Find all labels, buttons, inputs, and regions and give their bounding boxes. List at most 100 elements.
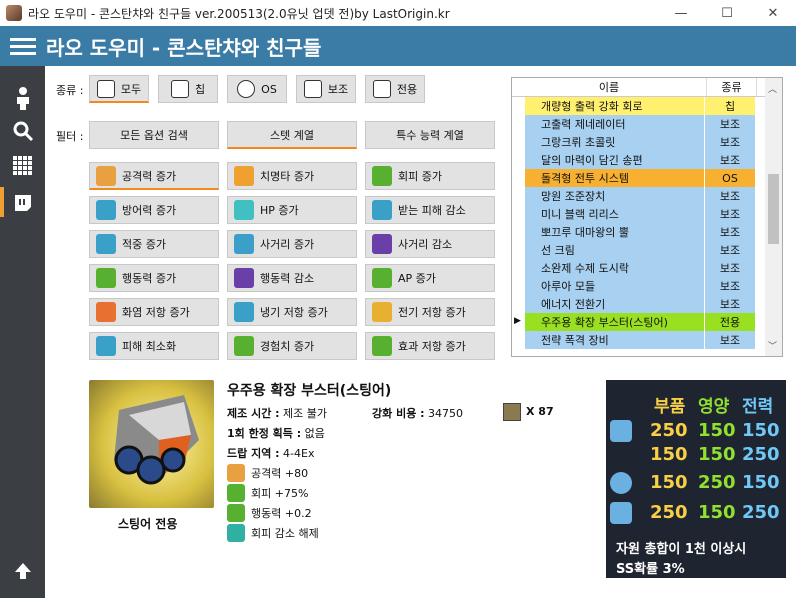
stat-button[interactable]: AP 증가 bbox=[365, 264, 495, 292]
type-exclusive-button[interactable]: 전용 bbox=[365, 75, 425, 103]
stat-button[interactable]: HP 증가 bbox=[227, 196, 357, 224]
item-name: 에너지 전환기 bbox=[525, 295, 705, 313]
list-item[interactable]: 선 크림 보조 bbox=[525, 241, 782, 259]
item-type: 보조 bbox=[705, 295, 755, 313]
list-item[interactable]: 뽀끄루 대마왕의 뿔 보조 bbox=[525, 223, 782, 241]
list-item[interactable]: 미니 블랙 리리스 보조 bbox=[525, 205, 782, 223]
type-os-button[interactable]: OS bbox=[227, 75, 287, 103]
stat-label: AP 증가 bbox=[398, 272, 436, 285]
stat-label: 회피 증가 bbox=[398, 170, 442, 183]
window-title: 라오 도우미 - 콘스탄챠와 친구들 ver.200513(2.0유닛 업뎃 전… bbox=[28, 6, 450, 21]
stat-button[interactable]: 방어력 증가 bbox=[89, 196, 219, 224]
stat-button[interactable]: 치명타 증가 bbox=[227, 162, 357, 190]
drop-label: 드랍 지역 : bbox=[227, 447, 280, 460]
menu-icon[interactable] bbox=[10, 37, 36, 55]
item-caption: 스팅어 전용 bbox=[118, 517, 178, 531]
list-item[interactable]: 전략 폭격 장비 보조 bbox=[525, 331, 782, 349]
stat-icon bbox=[234, 234, 254, 254]
item-type: 보조 bbox=[705, 187, 755, 205]
item-name: 아루아 모들 bbox=[525, 277, 705, 295]
material-count: X 87 bbox=[526, 405, 554, 418]
grid-icon[interactable] bbox=[8, 151, 38, 181]
stat-button[interactable]: 회피 증가 bbox=[365, 162, 495, 190]
stat-label: 전기 저항 증가 bbox=[398, 306, 466, 319]
item-name: 뽀끄루 대마왕의 뿔 bbox=[525, 223, 705, 241]
stat-button[interactable]: 행동력 증가 bbox=[89, 264, 219, 292]
item-type: 전용 bbox=[705, 313, 755, 331]
stat-icon bbox=[234, 200, 254, 220]
chip-icon bbox=[170, 80, 189, 98]
stat-label: 방어력 증가 bbox=[122, 204, 177, 217]
scroll-up-icon[interactable]: ︿ bbox=[768, 82, 777, 95]
minimize-button[interactable]: — bbox=[658, 0, 704, 26]
filter-all-options-button[interactable]: 모든 옵션 검색 bbox=[89, 121, 219, 149]
stat-button[interactable]: 받는 피해 감소 bbox=[365, 196, 495, 224]
effect-label: 공격력 +80 bbox=[251, 467, 309, 480]
arrow-up-icon[interactable] bbox=[8, 556, 38, 586]
stat-button[interactable]: 행동력 감소 bbox=[227, 264, 357, 292]
search-icon[interactable] bbox=[8, 116, 38, 146]
item-name: 망원 조준장치 bbox=[525, 187, 705, 205]
stat-button[interactable]: 피해 최소화 bbox=[89, 332, 219, 360]
item-type: 보조 bbox=[705, 205, 755, 223]
list-item[interactable]: 소완제 수제 도시락 보조 bbox=[525, 259, 782, 277]
stat-button[interactable]: 경험치 증가 bbox=[227, 332, 357, 360]
list-item[interactable]: 개량형 출력 강화 회로 칩 bbox=[525, 97, 782, 115]
item-type: 보조 bbox=[705, 241, 755, 259]
type-os-label: OS bbox=[261, 82, 277, 96]
item-name: 개량형 출력 강화 회로 bbox=[525, 97, 705, 115]
list-item[interactable]: 아루아 모들 보조 bbox=[525, 277, 782, 295]
resource-value: 150 bbox=[650, 472, 688, 493]
person-icon[interactable] bbox=[8, 83, 38, 113]
stat-button[interactable]: 효과 저항 증가 bbox=[365, 332, 495, 360]
filter-special-button[interactable]: 특수 능력 계열 bbox=[365, 121, 495, 149]
col-type-header[interactable]: 종류 bbox=[707, 78, 757, 96]
stat-button[interactable]: 적중 증가 bbox=[89, 230, 219, 258]
type-aux-button[interactable]: 보조 bbox=[296, 75, 356, 103]
list-item[interactable]: 고출력 제네레이터 보조 bbox=[525, 115, 782, 133]
all-icon bbox=[96, 79, 115, 98]
type-chip-label: 칩 bbox=[194, 83, 206, 96]
scroll-thumb[interactable] bbox=[768, 174, 779, 244]
type-label: 종류 : bbox=[56, 84, 84, 97]
close-button[interactable]: ✕ bbox=[750, 0, 796, 26]
stat-icon bbox=[372, 166, 392, 186]
stat-label: 경험치 증가 bbox=[260, 340, 315, 353]
col-name-header[interactable]: 이름 bbox=[512, 78, 707, 96]
list-item[interactable]: 그랑크뤼 초콜릿 보조 bbox=[525, 133, 782, 151]
list-scrollbar[interactable]: ︿ ﹀ bbox=[765, 78, 782, 356]
item-type: 보조 bbox=[705, 133, 755, 151]
stat-button[interactable]: 냉기 저항 증가 bbox=[227, 298, 357, 326]
window-titlebar: 라오 도우미 - 콘스탄챠와 친구들 ver.200513(2.0유닛 업뎃 전… bbox=[0, 0, 796, 26]
type-chip-button[interactable]: 칩 bbox=[158, 75, 218, 103]
stat-icon bbox=[234, 268, 254, 288]
list-item[interactable]: 달의 마력이 담긴 송편 보조 bbox=[525, 151, 782, 169]
effect-item: 공격력 +80 bbox=[227, 464, 308, 482]
stat-label: 효과 저항 증가 bbox=[398, 340, 466, 353]
limit-label: 1회 한정 획득 : bbox=[227, 427, 302, 440]
stat-icon bbox=[234, 302, 254, 322]
stat-button[interactable]: 공격력 증가 bbox=[89, 162, 219, 190]
stat-button[interactable]: 화염 저항 증가 bbox=[89, 298, 219, 326]
type-aux-label: 보조 bbox=[327, 83, 349, 96]
parts-icon[interactable] bbox=[8, 187, 38, 217]
stat-button[interactable]: 사거리 증가 bbox=[227, 230, 357, 258]
resource-value: 250 bbox=[742, 444, 780, 465]
craft-label: 제조 시간 : bbox=[227, 407, 280, 420]
stat-button[interactable]: 사거리 감소 bbox=[365, 230, 495, 258]
stat-label: 사거리 증가 bbox=[260, 238, 315, 251]
list-item[interactable]: 돌격형 전투 시스템 OS bbox=[525, 169, 782, 187]
list-item[interactable]: 망원 조준장치 보조 bbox=[525, 187, 782, 205]
maximize-button[interactable]: ☐ bbox=[704, 0, 750, 26]
list-item[interactable]: ▶ 우주용 확장 부스터(스팅어) 전용 bbox=[514, 313, 782, 331]
type-all-button[interactable]: 모두 bbox=[89, 75, 149, 103]
resource-value: 250 bbox=[650, 502, 688, 523]
stat-button[interactable]: 전기 저항 증가 bbox=[365, 298, 495, 326]
item-name: 고출력 제네레이터 bbox=[525, 115, 705, 133]
filter-stat-button[interactable]: 스텟 계열 bbox=[227, 121, 357, 149]
item-image bbox=[89, 380, 214, 508]
list-item[interactable]: 에너지 전환기 보조 bbox=[525, 295, 782, 313]
sidebar bbox=[0, 66, 45, 598]
scroll-down-icon[interactable]: ﹀ bbox=[768, 339, 777, 352]
os-type-icon bbox=[610, 472, 632, 494]
